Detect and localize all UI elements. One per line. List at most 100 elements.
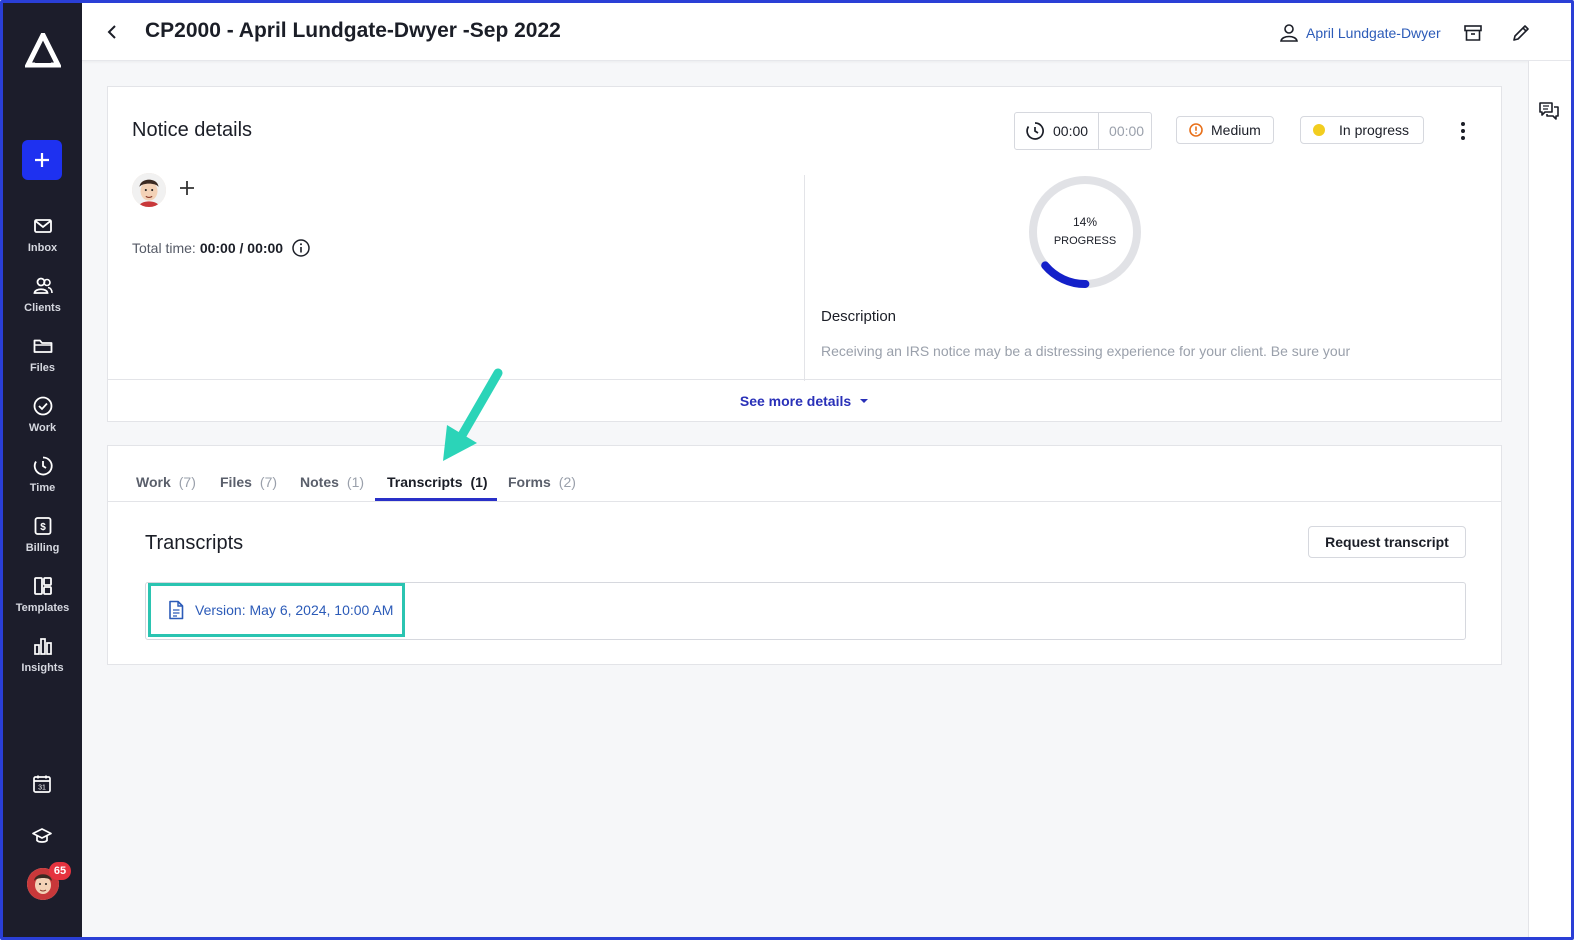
- see-more-details-button[interactable]: See more details: [108, 379, 1501, 421]
- page-title: CP2000 - April Lundgate-Dwyer -Sep 2022: [145, 19, 561, 42]
- clock-icon: [33, 456, 53, 476]
- check-circle-icon: [33, 396, 52, 416]
- sidebar-item-templates[interactable]: Templates: [3, 575, 82, 627]
- transcript-version-link[interactable]: Version: May 6, 2024, 10:00 AM: [148, 583, 405, 637]
- sidebar-item-work[interactable]: Work: [3, 395, 82, 447]
- annotation-arrow-icon: [443, 368, 503, 461]
- document-icon: [169, 600, 184, 620]
- tab-label: Work: [136, 474, 171, 490]
- tab-count: (1): [346, 474, 365, 490]
- total-time-value: 00:00 / 00:00: [199, 240, 284, 256]
- avatar-face-icon: [132, 173, 166, 207]
- person-icon: [1280, 24, 1298, 42]
- back-arrow-icon[interactable]: [104, 23, 120, 41]
- sidebar-item-billing[interactable]: $ Billing: [3, 515, 82, 567]
- active-tab-indicator: [375, 498, 497, 501]
- tab-label: Transcripts: [387, 474, 463, 490]
- transcript-list: Version: May 6, 2024, 10:00 AM: [145, 582, 1466, 640]
- description-text: Receiving an IRS notice may be a distres…: [821, 343, 1351, 359]
- priority-dropdown[interactable]: Medium: [1176, 116, 1274, 144]
- priority-label: Medium: [1211, 122, 1261, 138]
- transcripts-title: Transcripts: [145, 532, 244, 554]
- app-logo[interactable]: [25, 33, 61, 69]
- sidebar-item-clients[interactable]: Clients: [3, 275, 82, 327]
- sidebar-item-label: Files: [29, 362, 56, 374]
- notification-badge: 65: [49, 862, 71, 880]
- bar-chart-icon: [33, 638, 52, 655]
- pencil-icon[interactable]: [1510, 22, 1532, 44]
- archive-icon[interactable]: [1462, 22, 1484, 44]
- sidebar: Inbox Clients Files Work Time $ Billing …: [3, 3, 82, 937]
- folder-icon: [33, 339, 52, 353]
- sidebar-item-label: Time: [29, 482, 56, 494]
- tab-forms[interactable]: Forms (2): [508, 474, 576, 490]
- tab-label: Notes: [300, 474, 339, 490]
- sidebar-item-label: Work: [28, 422, 57, 434]
- info-icon[interactable]: [291, 238, 311, 258]
- timer-current-value: 00:00: [1053, 123, 1089, 139]
- comments-icon[interactable]: [1537, 99, 1561, 123]
- notice-title: Notice details: [132, 119, 253, 141]
- timer-control[interactable]: 00:00 00:00: [1014, 112, 1152, 150]
- tab-transcripts[interactable]: Transcripts (1): [387, 474, 488, 490]
- owner-link[interactable]: April Lundgate-Dwyer: [1278, 22, 1441, 44]
- timer-current[interactable]: 00:00: [1015, 113, 1100, 149]
- stopwatch-icon: [1026, 122, 1044, 140]
- tab-work[interactable]: Work (7): [136, 474, 196, 490]
- tab-count: (7): [178, 474, 196, 490]
- mail-icon: [33, 219, 52, 233]
- assignee-avatar[interactable]: [132, 173, 166, 207]
- graduation-cap-icon[interactable]: [31, 825, 53, 847]
- svg-text:$: $: [40, 522, 46, 533]
- tabs-card: Work (7) Files (7) Notes (1) Transcripts…: [107, 445, 1502, 665]
- sidebar-item-label: Billing: [25, 542, 60, 554]
- sidebar-item-time[interactable]: Time: [3, 455, 82, 507]
- svg-text:31: 31: [38, 785, 46, 792]
- sidebar-item-inbox[interactable]: Inbox: [3, 215, 82, 267]
- plus-icon: [35, 153, 49, 167]
- sidebar-item-insights[interactable]: Insights: [3, 635, 82, 687]
- app-window: Inbox Clients Files Work Time $ Billing …: [0, 0, 1574, 940]
- tab-count: (7): [259, 474, 278, 490]
- calendar-icon[interactable]: 31: [31, 773, 53, 795]
- request-transcript-button[interactable]: Request transcript: [1308, 526, 1466, 558]
- progress-arc: [1041, 261, 1090, 289]
- sidebar-item-label: Inbox: [27, 242, 58, 254]
- notice-details-card: Notice details 00:00 00:00 Medium In pro…: [107, 86, 1502, 422]
- total-time: Total time: 00:00 / 00:00: [132, 238, 311, 258]
- right-rail: [1528, 61, 1571, 937]
- tab-count: (2): [558, 474, 576, 490]
- progress-percent: 14%: [1073, 215, 1097, 229]
- timer-estimate-value[interactable]: 00:00: [1099, 123, 1154, 139]
- clients-icon: [33, 277, 53, 294]
- tab-notes[interactable]: Notes (1): [300, 474, 364, 490]
- total-time-label: Total time:: [132, 240, 196, 256]
- section-divider: [804, 175, 805, 381]
- more-options-icon[interactable]: [1451, 119, 1475, 143]
- status-dropdown[interactable]: In progress: [1300, 116, 1425, 144]
- caret-down-icon: [860, 398, 869, 403]
- tab-bar: Work (7) Files (7) Notes (1) Transcripts…: [108, 446, 1501, 502]
- progress-label: PROGRESS: [1054, 235, 1116, 247]
- page-header: CP2000 - April Lundgate-Dwyer -Sep 2022 …: [82, 3, 1571, 61]
- billing-icon: $: [34, 517, 51, 535]
- priority-alert-icon: [1189, 123, 1203, 137]
- sidebar-item-label: Clients: [24, 302, 61, 314]
- sidebar-item-files[interactable]: Files: [3, 335, 82, 387]
- status-label: In progress: [1339, 122, 1410, 138]
- status-dot-icon: [1313, 124, 1325, 136]
- add-assignee-icon[interactable]: [178, 179, 196, 197]
- tab-count: (1): [470, 474, 488, 490]
- tab-files[interactable]: Files (7): [220, 474, 277, 490]
- transcript-version-label: Version: May 6, 2024, 10:00 AM: [195, 602, 394, 618]
- owner-name[interactable]: April Lundgate-Dwyer: [1306, 25, 1441, 41]
- tab-label: Forms: [508, 474, 551, 490]
- templates-icon: [33, 577, 52, 595]
- add-new-button[interactable]: [22, 140, 62, 180]
- sidebar-item-label: Templates: [15, 602, 70, 614]
- see-more-label: See more details: [739, 392, 852, 409]
- progress-ring: 14% PROGRESS: [1029, 176, 1141, 289]
- sidebar-item-label: Insights: [21, 662, 64, 674]
- tab-label: Files: [220, 474, 252, 490]
- description-label: Description: [821, 308, 897, 325]
